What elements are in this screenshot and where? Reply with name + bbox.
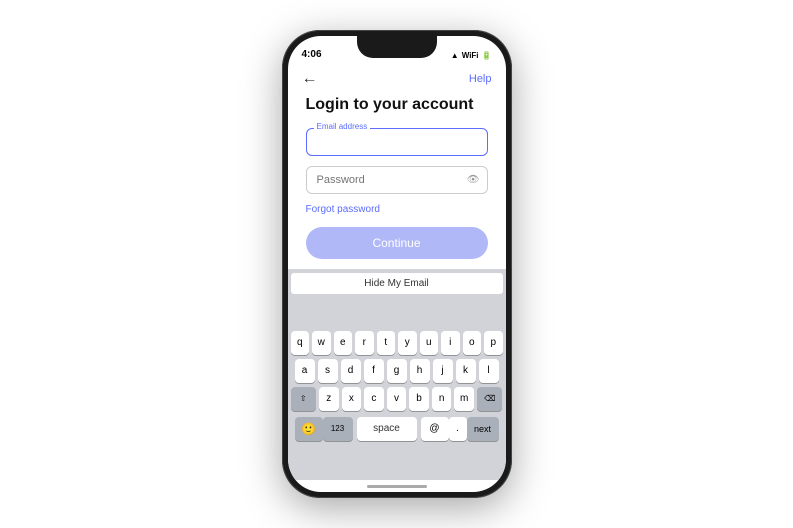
key-n[interactable]: n xyxy=(432,387,452,411)
notch xyxy=(357,36,437,58)
home-bar xyxy=(367,485,427,488)
status-time: 4:06 xyxy=(302,49,322,60)
keyboard-rows: q w e r t y u i o p a s xyxy=(291,297,503,474)
signal-icon: ▲ xyxy=(451,51,459,60)
key-a[interactable]: a xyxy=(295,359,315,383)
email-label: Email address xyxy=(314,122,371,131)
key-j[interactable]: j xyxy=(433,359,453,383)
key-l[interactable]: l xyxy=(479,359,499,383)
key-w[interactable]: w xyxy=(312,331,331,355)
password-input-group: 👁 xyxy=(306,166,488,194)
key-p[interactable]: p xyxy=(484,331,503,355)
delete-key[interactable]: ⌫ xyxy=(477,387,502,411)
app-content: ← Help Login to your account Email addre… xyxy=(288,64,506,492)
nav-bar: ← Help xyxy=(288,64,506,92)
status-icons: ▲ WiFi 🔋 xyxy=(451,51,492,60)
key-q[interactable]: q xyxy=(291,331,310,355)
period-key[interactable]: . xyxy=(449,417,467,441)
continue-button[interactable]: Continue xyxy=(306,227,488,259)
key-e[interactable]: e xyxy=(334,331,353,355)
key-row-bottom: 🙂 123 space @ . next xyxy=(291,415,503,441)
login-section: Login to your account Email address 👁 Fo… xyxy=(288,92,506,269)
key-f[interactable]: f xyxy=(364,359,384,383)
key-row-2: a s d f g h j k l xyxy=(291,359,503,383)
key-row-3: ⇧ z x c v b n m ⌫ xyxy=(291,387,503,411)
key-m[interactable]: m xyxy=(454,387,474,411)
password-input[interactable] xyxy=(306,166,488,194)
key-o[interactable]: o xyxy=(463,331,482,355)
phone-inner: 4:06 ▲ WiFi 🔋 ← Help Login to your accou… xyxy=(288,36,506,492)
home-indicator xyxy=(288,480,506,492)
key-t[interactable]: t xyxy=(377,331,396,355)
eye-icon[interactable]: 👁 xyxy=(467,175,480,186)
key-v[interactable]: v xyxy=(387,387,407,411)
emoji-key[interactable]: 🙂 xyxy=(295,417,323,441)
key-u[interactable]: u xyxy=(420,331,439,355)
keyboard-area: Hide My Email q w e r t y u i o p xyxy=(288,269,506,480)
email-input[interactable] xyxy=(306,128,488,156)
key-s[interactable]: s xyxy=(318,359,338,383)
phone-outer: 4:06 ▲ WiFi 🔋 ← Help Login to your accou… xyxy=(282,30,512,498)
key-h[interactable]: h xyxy=(410,359,430,383)
forgot-password-link[interactable]: Forgot password xyxy=(306,204,488,215)
key-c[interactable]: c xyxy=(364,387,384,411)
space-key[interactable]: space xyxy=(357,417,417,441)
next-key[interactable]: next xyxy=(467,417,499,441)
key-row-1: q w e r t y u i o p xyxy=(291,331,503,355)
email-input-group: Email address xyxy=(306,128,488,156)
help-link[interactable]: Help xyxy=(469,73,492,85)
battery-icon: 🔋 xyxy=(482,51,492,60)
numbers-key[interactable]: 123 xyxy=(323,417,353,441)
key-x[interactable]: x xyxy=(342,387,362,411)
keyboard-suggestion[interactable]: Hide My Email xyxy=(291,273,503,294)
key-y[interactable]: y xyxy=(398,331,417,355)
login-title: Login to your account xyxy=(306,96,488,114)
key-z[interactable]: z xyxy=(319,387,339,411)
key-b[interactable]: b xyxy=(409,387,429,411)
back-button[interactable]: ← xyxy=(302,70,318,88)
at-key[interactable]: @ xyxy=(421,417,449,441)
key-i[interactable]: i xyxy=(441,331,460,355)
wifi-icon: WiFi xyxy=(462,51,479,60)
key-g[interactable]: g xyxy=(387,359,407,383)
key-d[interactable]: d xyxy=(341,359,361,383)
shift-key[interactable]: ⇧ xyxy=(291,387,316,411)
key-r[interactable]: r xyxy=(355,331,374,355)
key-k[interactable]: k xyxy=(456,359,476,383)
